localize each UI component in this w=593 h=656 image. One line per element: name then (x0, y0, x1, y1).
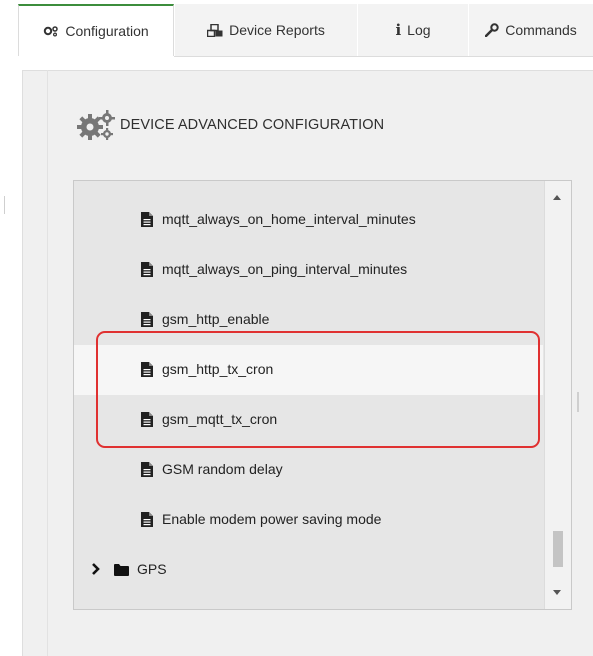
tree-item-label: gsm_mqtt_tx_cron (162, 411, 278, 427)
section-title: DEVICE ADVANCED CONFIGURATION (74, 107, 384, 143)
tab-device-reports[interactable]: Device Reports (175, 4, 357, 56)
tree-item[interactable]: mqtt_always_on_home_interval_minutes (74, 195, 543, 245)
tab-label: Device Reports (229, 22, 325, 38)
tab-bar: Configuration Device Reports i Log Comma… (0, 0, 593, 58)
tab-configuration[interactable]: Configuration (18, 4, 174, 56)
tab-commands[interactable]: Commands (469, 4, 593, 56)
scroll-down-arrow-icon[interactable] (553, 590, 561, 595)
file-icon (141, 212, 153, 227)
tree-item-label: Enable modem power saving mode (162, 511, 382, 527)
file-icon (141, 412, 153, 427)
info-icon: i (395, 21, 402, 39)
wrench-icon (485, 23, 499, 37)
tree-item-label: gsm_http_tx_cron (162, 361, 274, 377)
tree-item-label: mqtt_always_on_ping_interval_minutes (162, 261, 408, 277)
scrollbar-thumb[interactable] (553, 531, 563, 567)
config-tree[interactable]: mqtt_always_on_home_interval_minutes mqt… (73, 180, 572, 610)
tree-item[interactable]: gsm_http_enable (74, 295, 543, 345)
tab-label: Configuration (65, 23, 149, 39)
tree-scrollbar[interactable] (544, 181, 571, 609)
gears-icon (43, 25, 59, 37)
resize-handle[interactable] (577, 392, 579, 412)
chevron-right-icon[interactable] (90, 561, 102, 577)
tree-item-label: mqtt_always_on_home_interval_minutes (162, 211, 416, 227)
tree-folder-label: GPS (137, 561, 167, 577)
divider (47, 70, 48, 656)
tree-item-label: GSM random delay (162, 461, 283, 477)
file-icon (141, 262, 153, 277)
file-icon (141, 462, 153, 477)
divider (4, 196, 5, 214)
tree-item-label: gsm_http_enable (162, 311, 270, 327)
tree-folder-gps[interactable]: GPS (74, 545, 543, 595)
cubes-icon (207, 23, 223, 37)
tree-item[interactable]: GSM random delay (74, 445, 543, 495)
tree-item[interactable]: gsm_mqtt_tx_cron (74, 395, 543, 445)
scroll-up-arrow-icon[interactable] (553, 195, 561, 200)
tab-divider (174, 56, 593, 57)
tree-item[interactable]: Enable modem power saving mode (74, 495, 543, 545)
tab-log[interactable]: i Log (358, 4, 468, 56)
tree-item[interactable]: mqtt_always_on_ping_interval_minutes (74, 245, 543, 295)
file-icon (141, 512, 153, 527)
section-title-text: DEVICE ADVANCED CONFIGURATION (120, 117, 385, 133)
tab-label: Commands (505, 22, 577, 38)
tree-item[interactable]: gsm_http_tx_cron (74, 345, 543, 395)
file-icon (141, 312, 153, 327)
folder-icon (114, 563, 129, 576)
gears-icon (74, 107, 118, 143)
tab-label: Log (407, 22, 431, 38)
file-icon (141, 362, 153, 377)
